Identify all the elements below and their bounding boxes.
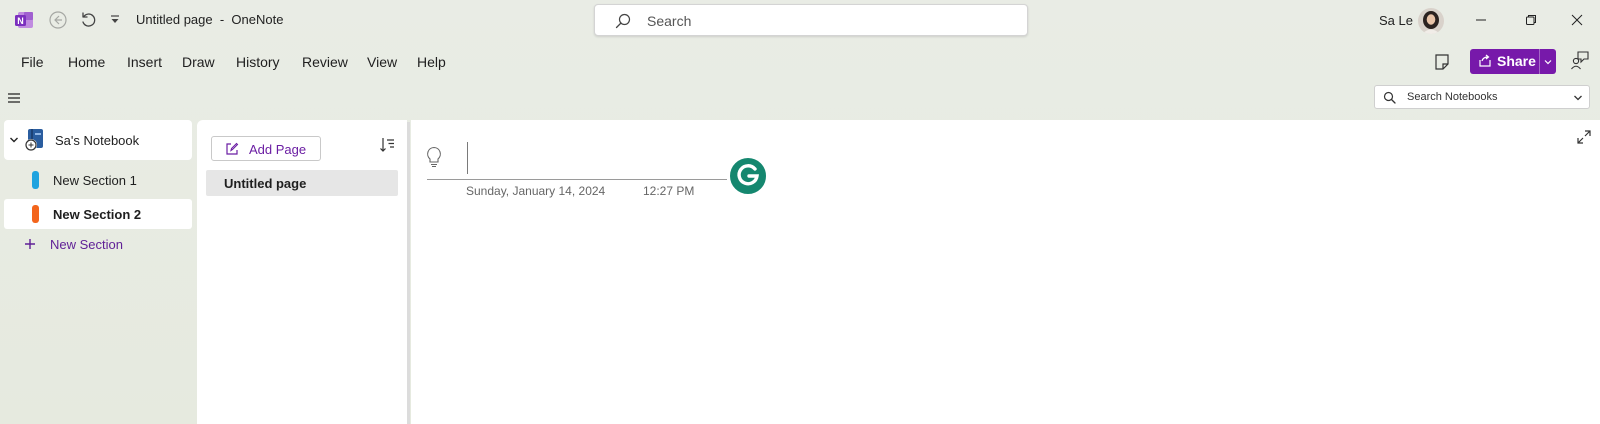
notebook-name: Sa's Notebook xyxy=(55,133,140,148)
chevron-down-icon xyxy=(1573,93,1583,103)
avatar[interactable] xyxy=(1418,8,1444,34)
notebook-header[interactable]: Sa's Notebook xyxy=(4,120,192,160)
section-label: New Section 1 xyxy=(53,173,137,188)
onenote-logo-icon: N xyxy=(14,10,34,30)
notebook-icon xyxy=(23,128,47,152)
section-color-tab xyxy=(32,171,39,189)
expand-icon[interactable] xyxy=(1577,130,1591,144)
page-time: 12:27 PM xyxy=(643,184,695,198)
section-label: New Section 2 xyxy=(53,207,142,222)
title-underline xyxy=(427,179,727,180)
tab-view[interactable]: View xyxy=(367,54,397,70)
sticky-notes-icon[interactable] xyxy=(1433,53,1451,71)
close-icon xyxy=(1571,14,1583,26)
lightbulb-icon[interactable] xyxy=(425,146,443,168)
back-icon[interactable] xyxy=(48,10,68,30)
share-button[interactable]: Share xyxy=(1470,49,1556,74)
page-title-input[interactable] xyxy=(467,142,468,174)
customize-qat-icon[interactable] xyxy=(108,13,122,27)
share-divider xyxy=(1539,49,1540,74)
search-icon xyxy=(615,13,631,29)
restore-button[interactable] xyxy=(1508,0,1554,40)
tab-home[interactable]: Home xyxy=(68,54,105,70)
add-page-icon xyxy=(225,142,239,156)
pages-pane: Add Page Untitled page xyxy=(197,120,407,424)
section-item-new-section-2[interactable]: New Section 2 xyxy=(4,199,192,229)
maximize-icon xyxy=(1526,15,1536,25)
undo-icon[interactable] xyxy=(78,10,98,30)
section-item-new-section-1[interactable]: New Section 1 xyxy=(4,165,192,195)
pane-resize-handle[interactable] xyxy=(407,122,410,424)
share-label: Share xyxy=(1497,53,1536,69)
plus-icon xyxy=(24,238,36,250)
minimize-icon xyxy=(1476,19,1486,21)
add-section-button[interactable]: New Section xyxy=(22,235,172,257)
tab-history[interactable]: History xyxy=(236,54,280,70)
section-color-tab xyxy=(32,205,39,223)
search-notebooks-label: Search Notebooks xyxy=(1407,91,1498,103)
share-icon xyxy=(1478,54,1492,68)
close-button[interactable] xyxy=(1554,0,1600,40)
ribbon-tabs: File Home Insert Draw History Review Vie… xyxy=(0,46,1600,76)
search-placeholder: Search xyxy=(647,13,692,29)
tab-review[interactable]: Review xyxy=(302,54,348,70)
tab-draw[interactable]: Draw xyxy=(182,54,215,70)
hamburger-icon[interactable] xyxy=(7,91,21,105)
page-canvas[interactable]: Sunday, January 14, 2024 12:27 PM xyxy=(411,120,1600,424)
tab-file[interactable]: File xyxy=(21,54,44,70)
add-page-button[interactable]: Add Page xyxy=(211,136,321,161)
title-bar: N Untitled page - OneNote Search Sa Le xyxy=(0,0,1600,40)
page-date: Sunday, January 14, 2024 xyxy=(466,184,606,198)
chevron-down-icon[interactable] xyxy=(1543,57,1553,67)
tab-insert[interactable]: Insert xyxy=(127,54,162,70)
tab-help[interactable]: Help xyxy=(417,54,446,70)
search-input[interactable]: Search xyxy=(594,4,1028,36)
grammarly-icon[interactable] xyxy=(727,155,769,197)
search-icon xyxy=(1383,91,1396,104)
add-page-label: Add Page xyxy=(249,142,307,157)
page-item-untitled[interactable]: Untitled page xyxy=(206,170,398,196)
svg-text:N: N xyxy=(17,16,24,26)
feedback-icon[interactable] xyxy=(1570,50,1590,70)
chevron-down-icon[interactable] xyxy=(9,135,19,145)
search-notebooks-dropdown[interactable]: Search Notebooks xyxy=(1374,85,1590,109)
add-section-label: New Section xyxy=(50,237,123,252)
document-title: Untitled page - OneNote xyxy=(136,12,284,27)
sort-icon[interactable] xyxy=(379,137,395,153)
minimize-button[interactable] xyxy=(1458,0,1504,40)
page-item-label: Untitled page xyxy=(224,176,307,191)
user-name[interactable]: Sa Le xyxy=(1379,13,1413,28)
